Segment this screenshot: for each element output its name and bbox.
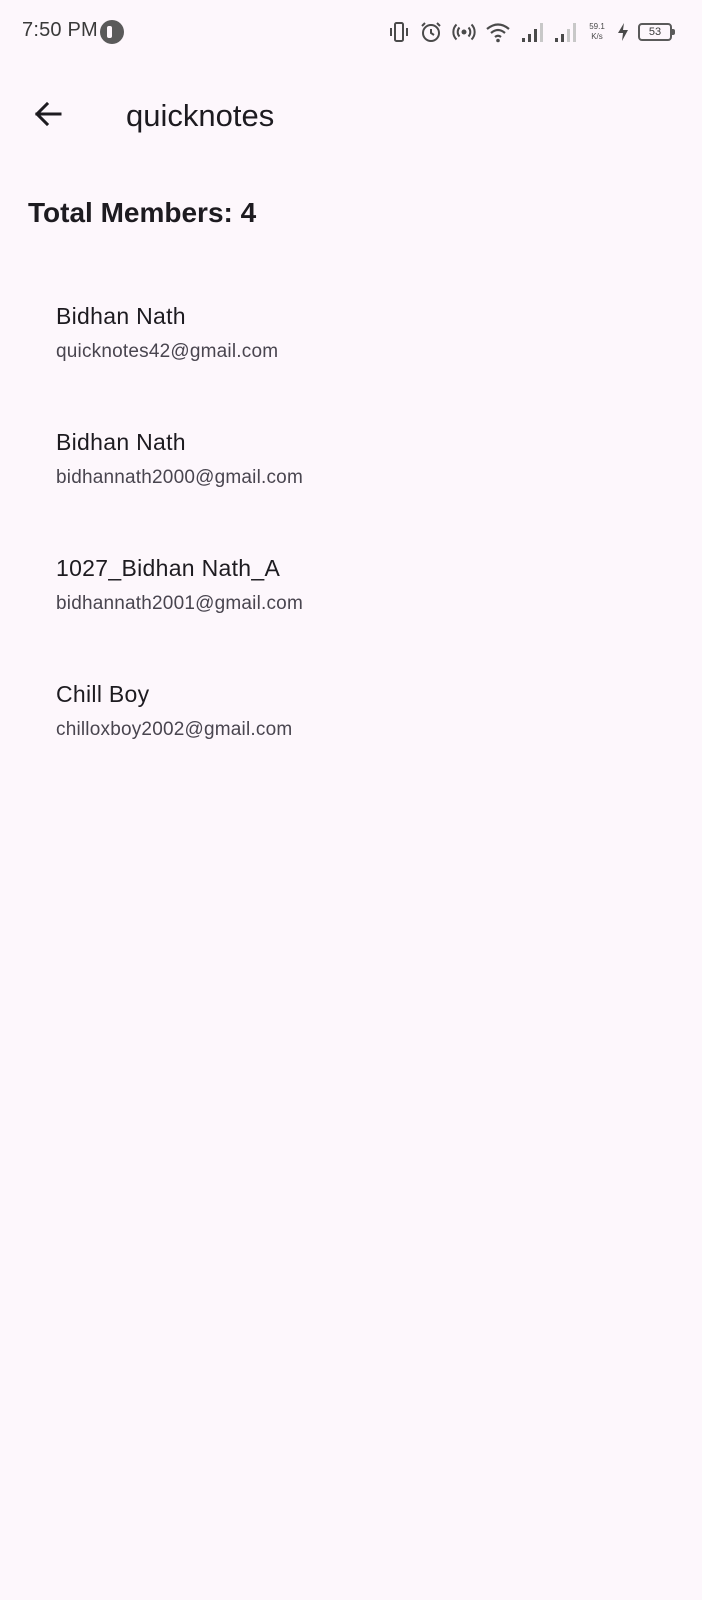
status-time: 7:50 PM <box>22 19 98 41</box>
member-name: 1027_Bidhan Nath_A <box>56 555 281 581</box>
status-icons: 59.1 K/s 53 <box>388 18 675 46</box>
charging-icon <box>617 22 629 42</box>
network-speed: 59.1 K/s <box>586 22 608 42</box>
member-name: Bidhan Nath <box>56 429 186 455</box>
page-title: quicknotes <box>126 98 275 133</box>
signal-icon-2 <box>553 20 577 44</box>
member-list-item[interactable]: 1027_Bidhan Nath_A bidhannath2001@gmail.… <box>0 537 702 663</box>
battery-level: 53 <box>648 26 662 38</box>
member-email: bidhannath2001@gmail.com <box>56 593 303 614</box>
member-list-item[interactable]: Chill Boy chilloxboy2002@gmail.com <box>0 663 702 789</box>
member-name: Bidhan Nath <box>56 303 186 329</box>
member-email: quicknotes42@gmail.com <box>56 341 279 362</box>
member-email: bidhannath2000@gmail.com <box>56 467 303 488</box>
member-list-item[interactable]: Bidhan Nath bidhannath2000@gmail.com <box>0 411 702 537</box>
network-speed-value: 59.1 <box>589 22 605 31</box>
hotspot-icon <box>452 20 476 44</box>
back-button[interactable] <box>24 92 72 140</box>
network-speed-unit: K/s <box>591 32 603 41</box>
battery-icon: 53 <box>638 23 675 41</box>
member-list-item[interactable]: Bidhan Nath quicknotes42@gmail.com <box>0 285 702 411</box>
signal-icon <box>520 20 544 44</box>
wifi-icon <box>485 20 511 44</box>
total-members-heading: Total Members: 4 <box>28 197 257 228</box>
app-bar: quicknotes <box>0 64 702 176</box>
members-list: Bidhan Nath quicknotes42@gmail.com Bidha… <box>0 285 702 789</box>
member-email: chilloxboy2002@gmail.com <box>56 719 293 740</box>
member-name: Chill Boy <box>56 681 150 707</box>
alarm-icon <box>419 20 443 44</box>
app-notification-icon <box>100 20 124 44</box>
vibrate-icon <box>388 20 410 44</box>
status-bar: 7:50 PM 59.1 K/s 53 <box>0 0 702 64</box>
arrow-back-icon <box>32 98 64 135</box>
